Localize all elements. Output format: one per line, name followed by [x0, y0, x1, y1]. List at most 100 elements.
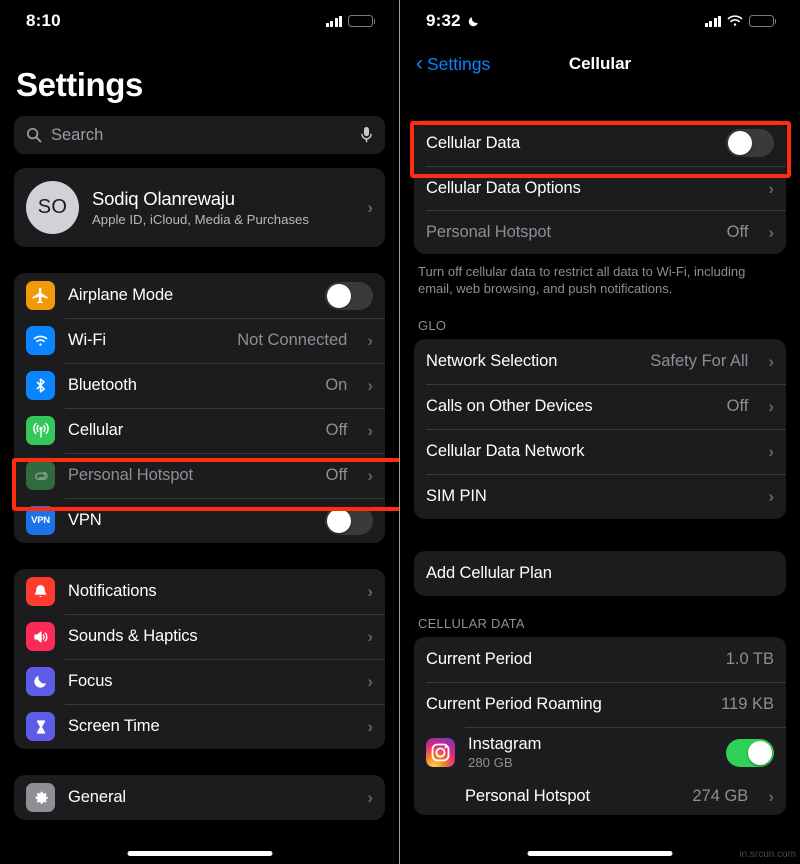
sidebar-item-label: General	[68, 788, 127, 806]
row-value: Safety For All	[650, 351, 749, 370]
carrier-group-header: GLO	[418, 317, 447, 333]
status-indicators-left	[325, 15, 376, 27]
row-label: Cellular Data Options	[426, 178, 581, 197]
sidebar-item-bluetooth[interactable]: Bluetooth On ›	[14, 363, 385, 408]
row-value: 1.0 TB	[725, 649, 774, 668]
hourglass-icon	[26, 712, 55, 741]
sidebar-item-label: Notifications	[68, 582, 157, 600]
chevron-right-icon: ›	[768, 351, 774, 371]
wifi-icon	[26, 326, 55, 355]
home-indicator-right	[527, 851, 673, 856]
chevron-right-icon: ›	[367, 717, 373, 736]
airplane-icon	[26, 281, 55, 310]
vpn-toggle[interactable]	[325, 506, 373, 535]
carrier-group: Network Selection Safety For All › Calls…	[414, 338, 786, 519]
sidebar-item-cellular[interactable]: Cellular Off ›	[14, 408, 385, 453]
usage-group: Current Period 1.0 TB Current Period Roa…	[414, 636, 786, 815]
chevron-right-icon: ›	[367, 198, 373, 217]
sidebar-item-label: Airplane Mode	[68, 286, 174, 304]
row-value: 274 GB	[692, 787, 749, 806]
row-value: Off	[726, 396, 749, 415]
app-name: Instagram	[468, 735, 542, 754]
battery-icon	[749, 15, 777, 27]
hotspot-icon	[26, 461, 55, 490]
sidebar-item-label: Bluetooth	[68, 376, 137, 394]
row-personal-hotspot[interactable]: Personal Hotspot Off ›	[414, 210, 786, 254]
chevron-right-icon: ›	[367, 788, 373, 807]
connectivity-group: Airplane Mode Wi-Fi Not Connected › Blue…	[14, 273, 385, 543]
bluetooth-icon	[26, 371, 55, 400]
row-value: 119 KB	[721, 694, 774, 713]
row-cellular-data-options[interactable]: Cellular Data Options ›	[414, 166, 786, 210]
sidebar-item-notifications[interactable]: Notifications ›	[14, 569, 385, 614]
back-button-label: Settings	[427, 53, 491, 74]
status-time-value: 9:32	[426, 11, 461, 30]
cellular-data-toggle[interactable]	[726, 129, 774, 157]
status-time-left: 8:10	[26, 11, 61, 30]
sidebar-item-sounds-haptics[interactable]: Sounds & Haptics ›	[14, 614, 385, 659]
row-label: Current Period	[426, 649, 532, 668]
system-group: Notifications › Sounds & Haptics › Focus…	[14, 569, 385, 749]
row-calls-other-devices[interactable]: Calls on Other Devices Off ›	[414, 383, 786, 429]
chevron-right-icon: ›	[768, 178, 774, 198]
microphone-icon[interactable]	[360, 126, 373, 144]
notifications-bell-icon	[26, 577, 55, 606]
row-current-period-roaming[interactable]: Current Period Roaming 119 KB	[414, 681, 786, 727]
row-cellular-data-network[interactable]: Cellular Data Network ›	[414, 428, 786, 474]
sidebar-item-wifi[interactable]: Wi-Fi Not Connected ›	[14, 318, 385, 363]
sidebar-item-value: Off	[325, 421, 348, 439]
wifi-icon	[727, 15, 743, 27]
chevron-right-icon: ›	[367, 672, 373, 691]
profile-subtitle: Apple ID, iCloud, Media & Purchases	[92, 212, 309, 227]
sidebar-item-focus[interactable]: Focus ›	[14, 659, 385, 704]
chevron-left-icon: ‹	[416, 51, 423, 75]
chevron-right-icon: ›	[367, 331, 373, 350]
search-input[interactable]: Search	[14, 116, 385, 154]
chevron-right-icon: ›	[768, 486, 774, 506]
airplane-mode-toggle[interactable]	[325, 281, 373, 310]
chevron-right-icon: ›	[367, 376, 373, 395]
row-network-selection[interactable]: Network Selection Safety For All ›	[414, 339, 786, 384]
row-label: Current Period Roaming	[426, 694, 602, 713]
row-cellular-data[interactable]: Cellular Data	[414, 120, 786, 166]
chevron-right-icon: ›	[367, 627, 373, 646]
row-label: Network Selection	[426, 351, 558, 370]
cellular-data-footnote: Turn off cellular data to restrict all d…	[418, 264, 746, 297]
row-app-instagram[interactable]: Instagram 280 GB	[414, 726, 786, 779]
chevron-right-icon: ›	[367, 582, 373, 601]
back-button[interactable]: ‹ Settings	[416, 51, 491, 75]
instagram-cellular-toggle[interactable]	[726, 738, 774, 767]
chevron-right-icon: ›	[768, 396, 774, 416]
apple-id-row[interactable]: SO Sodiq Olanrewaju Apple ID, iCloud, Me…	[14, 168, 385, 247]
moon-icon	[467, 15, 480, 28]
cellular-data-group: Cellular Data Cellular Data Options › Pe…	[414, 120, 786, 254]
sidebar-item-label: Focus	[68, 672, 113, 690]
avatar: SO	[26, 181, 79, 234]
instagram-icon	[426, 738, 455, 768]
row-value: Off	[726, 222, 749, 241]
sidebar-item-label: Screen Time	[68, 717, 160, 735]
row-current-period[interactable]: Current Period 1.0 TB	[414, 637, 786, 682]
row-label: Calls on Other Devices	[426, 396, 593, 415]
sidebar-item-general[interactable]: General ›	[14, 775, 385, 820]
watermark: in.srcun.com	[739, 849, 796, 860]
sidebar-item-personal-hotspot[interactable]: Personal Hotspot Off ›	[14, 453, 385, 498]
sidebar-item-label: Wi-Fi	[68, 331, 106, 349]
row-label: Cellular Data	[426, 133, 521, 152]
sidebar-item-label: Sounds & Haptics	[68, 627, 198, 645]
sidebar-item-vpn[interactable]: VPN VPN	[14, 498, 385, 543]
status-bar-left: 8:10	[0, 0, 399, 42]
sidebar-item-screen-time[interactable]: Screen Time ›	[14, 704, 385, 749]
row-add-cellular-plan[interactable]: Add Cellular Plan	[414, 551, 786, 596]
general-group-partial: General ›	[14, 775, 385, 820]
apple-id-card[interactable]: SO Sodiq Olanrewaju Apple ID, iCloud, Me…	[14, 168, 385, 247]
row-app-personal-hotspot-partial[interactable]: Personal Hotspot 274 GB ›	[414, 779, 786, 815]
sidebar-item-airplane-mode[interactable]: Airplane Mode	[14, 273, 385, 318]
sidebar-item-value: On	[325, 376, 348, 394]
row-label: SIM PIN	[426, 486, 487, 505]
row-sim-pin[interactable]: SIM PIN ›	[414, 473, 786, 519]
gear-icon	[26, 783, 55, 812]
home-indicator-left	[127, 851, 272, 856]
chevron-right-icon: ›	[768, 222, 774, 242]
app-usage: 280 GB	[468, 755, 513, 771]
